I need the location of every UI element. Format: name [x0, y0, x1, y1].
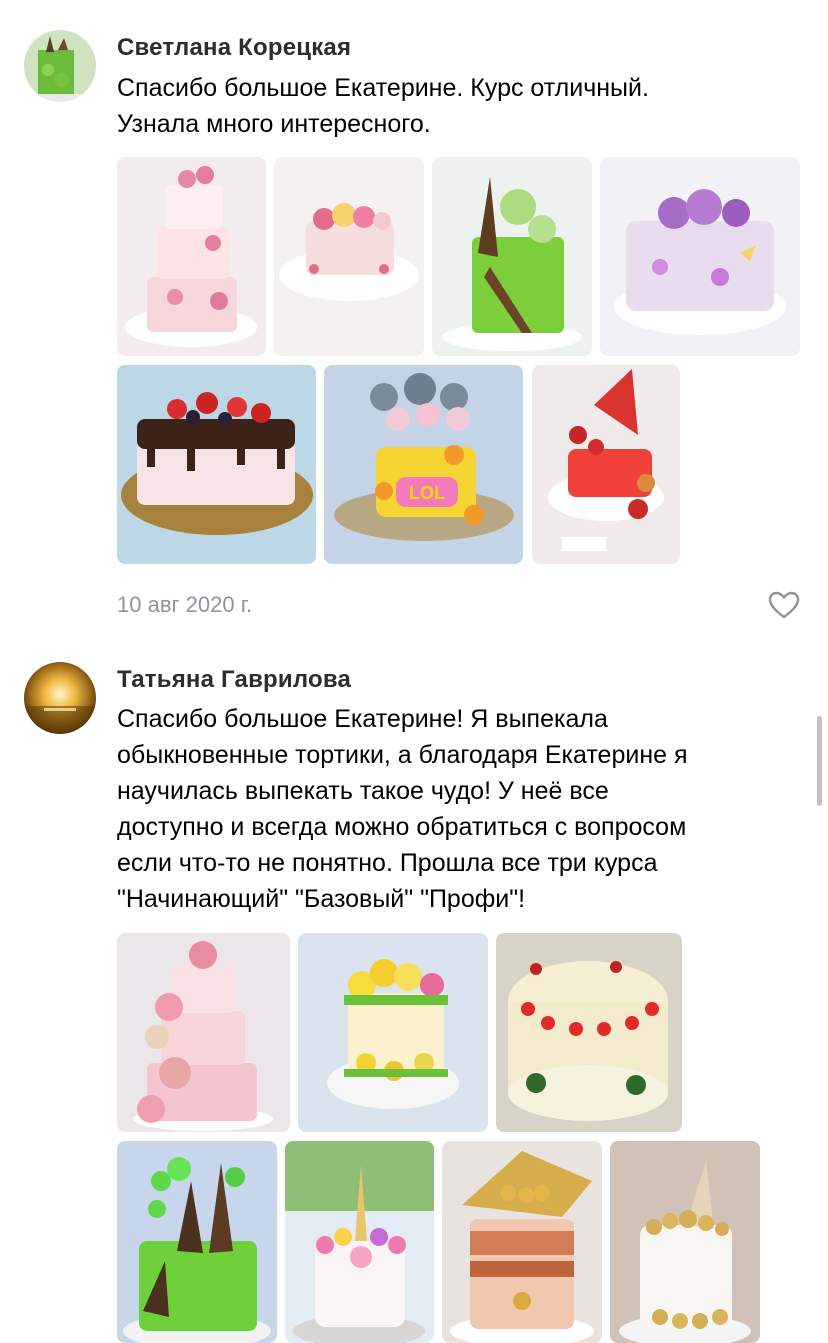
- scrollbar[interactable]: [817, 716, 822, 806]
- photo-thumbnail[interactable]: [610, 1141, 760, 1343]
- comment-text-line: "Начинающий" "Базовый" "Профи"!: [117, 885, 526, 913]
- photo-thumbnail[interactable]: [117, 365, 316, 564]
- photo-thumbnail[interactable]: [432, 157, 592, 356]
- comment-text-line: Спасибо большое Екатерине. Курс отличный…: [117, 74, 649, 102]
- photo-thumbnail[interactable]: LOL: [324, 365, 523, 564]
- heart-outline-icon[interactable]: [767, 590, 801, 620]
- comment-text-line: если что-то не понятно. Прошла все три к…: [117, 849, 658, 877]
- comment-text: Спасибо большое Екатерине! Я выпекала об…: [117, 701, 807, 917]
- author-name[interactable]: Светлана Корецкая: [117, 34, 351, 62]
- photo-thumbnail[interactable]: [600, 157, 800, 356]
- comment-text-line: научилась выпекать такое чудо! У неё все: [117, 777, 609, 805]
- photo-thumbnail[interactable]: [442, 1141, 602, 1343]
- author-name[interactable]: Татьяна Гаврилова: [117, 666, 351, 694]
- comment-text-line: Спасибо большое Екатерине! Я выпекала: [117, 705, 608, 733]
- photo-thumbnail[interactable]: [274, 157, 424, 356]
- photo-thumbnail[interactable]: [298, 933, 488, 1132]
- photo-thumbnail[interactable]: [117, 1141, 277, 1343]
- lol-topper-text: LOL: [409, 483, 445, 503]
- comment-text-line: обыкновенные тортики, а благодаря Екатер…: [117, 741, 688, 769]
- comment-text-line: Узнала много интересного.: [117, 110, 431, 138]
- avatar[interactable]: [24, 30, 96, 102]
- photo-thumbnail[interactable]: [532, 365, 680, 564]
- comment-date[interactable]: 10 авг 2020 г.: [117, 592, 252, 618]
- comment-text: Спасибо большое Екатерине. Курс отличный…: [117, 70, 807, 142]
- photo-thumbnail[interactable]: [285, 1141, 434, 1343]
- avatar[interactable]: [24, 662, 96, 734]
- photo-thumbnail[interactable]: [117, 933, 290, 1132]
- comment-text-line: доступно и всегда можно обратиться с воп…: [117, 813, 687, 841]
- photo-thumbnail[interactable]: [117, 157, 266, 356]
- photo-thumbnail[interactable]: [496, 933, 682, 1132]
